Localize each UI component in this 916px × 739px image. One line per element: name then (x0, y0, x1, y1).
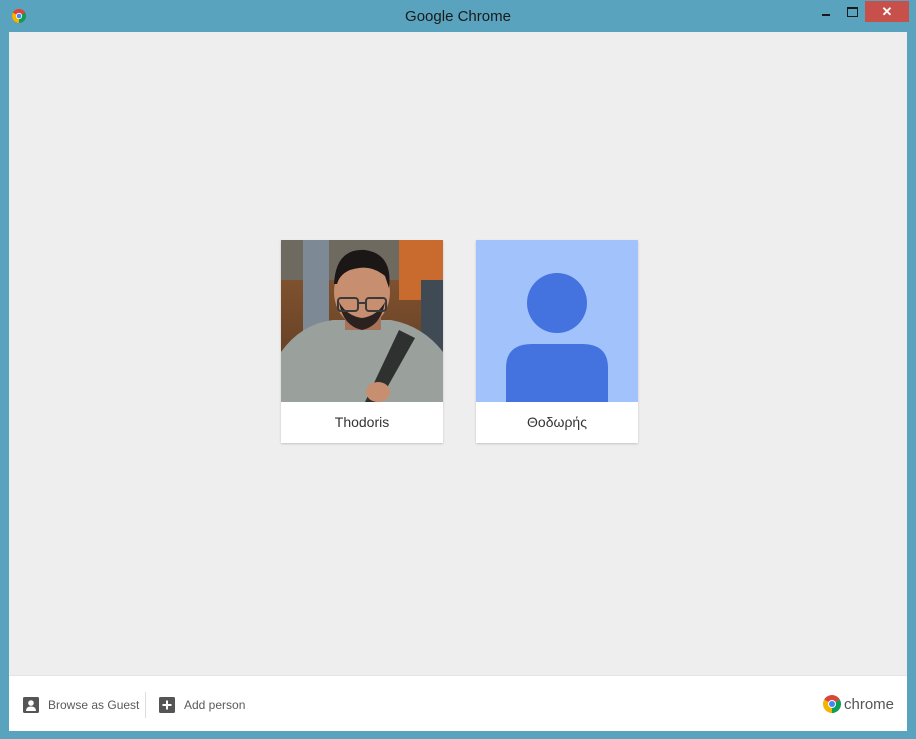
chrome-brand-logo: chrome (823, 695, 894, 713)
person-icon (23, 697, 39, 713)
minimize-button[interactable] (813, 4, 839, 22)
profile-card-thodoris[interactable]: Thodoris (281, 240, 443, 443)
browse-as-guest-button[interactable]: Browse as Guest (23, 694, 139, 716)
chrome-brand-text: chrome (844, 695, 895, 713)
title-bar[interactable]: Google Chrome ✕ (0, 0, 916, 32)
profile-picker: Thodoris Θοδωρής (9, 32, 907, 675)
add-person-label: Add person (184, 698, 246, 712)
add-person-button[interactable]: Add person (159, 694, 245, 716)
chrome-logo-icon (823, 695, 841, 713)
default-person-avatar-icon (476, 240, 638, 402)
profile-name: Thodoris (334, 414, 390, 430)
footer-bar: Browse as Guest Add person chrome (9, 675, 907, 731)
window-title: Google Chrome (405, 8, 511, 25)
plus-icon (159, 697, 175, 713)
chrome-window: Google Chrome ✕ Thodoris Θοδωρής Browse … (0, 0, 916, 739)
user-photo-avatar (281, 240, 443, 402)
browse-as-guest-label: Browse as Guest (48, 698, 140, 712)
close-button[interactable]: ✕ (865, 1, 909, 22)
profile-name: Θοδωρής (527, 414, 587, 430)
maximize-button[interactable] (840, 4, 864, 22)
profile-card-thodoris-greek[interactable]: Θοδωρής (476, 240, 638, 443)
footer-divider (145, 692, 146, 718)
